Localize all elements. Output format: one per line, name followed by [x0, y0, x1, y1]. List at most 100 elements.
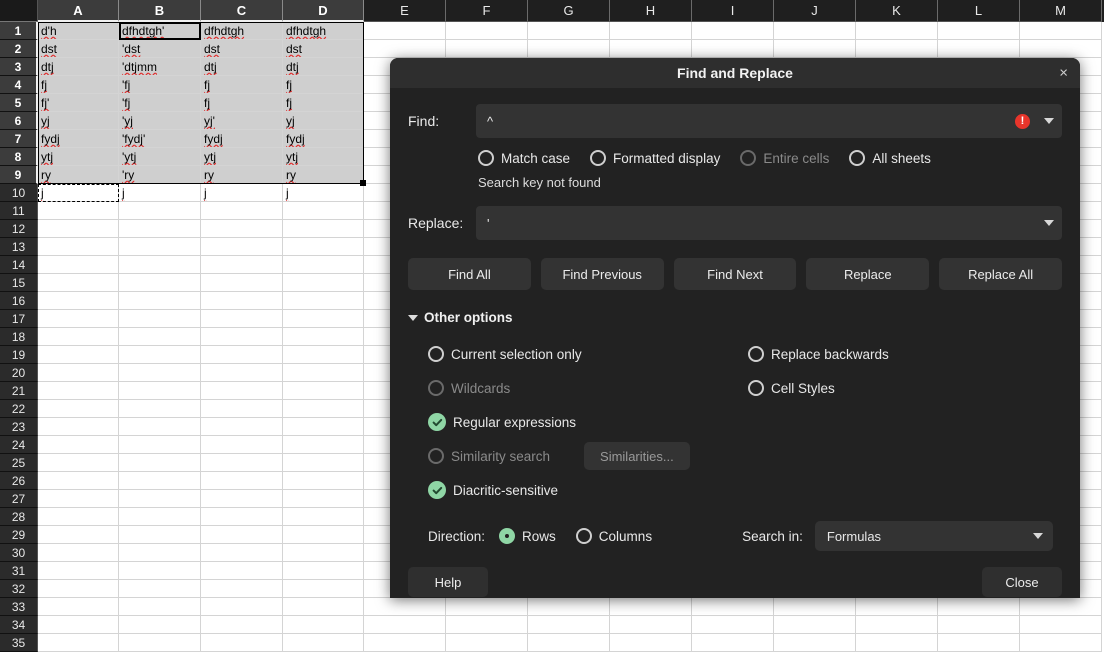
row-header-35[interactable]: 35 [0, 634, 38, 652]
cell-C3[interactable]: dtj [201, 58, 283, 76]
cell-C18[interactable] [201, 328, 283, 346]
cell-D11[interactable] [283, 202, 364, 220]
cell-B5[interactable]: 'fj [119, 94, 201, 112]
cell-D20[interactable] [283, 364, 364, 382]
cell-B7[interactable]: 'fydj' [119, 130, 201, 148]
cell-B32[interactable] [119, 580, 201, 598]
cell-D34[interactable] [283, 616, 364, 634]
cell-L2[interactable] [938, 40, 1020, 58]
cell-C29[interactable] [201, 526, 283, 544]
cell-C15[interactable] [201, 274, 283, 292]
cell-B3[interactable]: 'dtjmm [119, 58, 201, 76]
cell-A14[interactable] [38, 256, 119, 274]
cell-A34[interactable] [38, 616, 119, 634]
cell-A32[interactable] [38, 580, 119, 598]
option-formatted-display[interactable]: Formatted display [590, 150, 720, 166]
cell-I35[interactable] [692, 634, 774, 652]
row-header-28[interactable]: 28 [0, 508, 38, 526]
cell-D13[interactable] [283, 238, 364, 256]
cell-L1[interactable] [938, 22, 1020, 40]
cell-D28[interactable] [283, 508, 364, 526]
cell-C23[interactable] [201, 418, 283, 436]
cell-D15[interactable] [283, 274, 364, 292]
row-header-22[interactable]: 22 [0, 400, 38, 418]
cell-D18[interactable] [283, 328, 364, 346]
replace-all-button[interactable]: Replace All [939, 258, 1062, 290]
chevron-down-icon[interactable] [1044, 220, 1054, 226]
cell-I1[interactable] [692, 22, 774, 40]
cell-A7[interactable]: fydj [38, 130, 119, 148]
cell-A4[interactable]: fj [38, 76, 119, 94]
cell-B27[interactable] [119, 490, 201, 508]
cell-E34[interactable] [364, 616, 446, 634]
row-header-6[interactable]: 6 [0, 112, 38, 130]
cell-C28[interactable] [201, 508, 283, 526]
find-combobox[interactable]: ^ ! [476, 104, 1062, 138]
cell-L35[interactable] [938, 634, 1020, 652]
cell-C31[interactable] [201, 562, 283, 580]
cell-D27[interactable] [283, 490, 364, 508]
cell-A23[interactable] [38, 418, 119, 436]
cell-A10[interactable]: j [38, 184, 119, 202]
row-header-8[interactable]: 8 [0, 148, 38, 166]
row-header-26[interactable]: 26 [0, 472, 38, 490]
row-header-30[interactable]: 30 [0, 544, 38, 562]
row-header-15[interactable]: 15 [0, 274, 38, 292]
cell-M1[interactable] [1020, 22, 1102, 40]
cell-C4[interactable]: fj [201, 76, 283, 94]
cell-L33[interactable] [938, 598, 1020, 616]
column-header-a[interactable]: A [38, 0, 119, 22]
cell-B18[interactable] [119, 328, 201, 346]
cell-A25[interactable] [38, 454, 119, 472]
cell-A5[interactable]: fj' [38, 94, 119, 112]
cell-B8[interactable]: 'ytj [119, 148, 201, 166]
replace-button[interactable]: Replace [806, 258, 929, 290]
cell-C24[interactable] [201, 436, 283, 454]
cell-C1[interactable]: dfhdtgh [201, 22, 283, 40]
column-header-d[interactable]: D [283, 0, 364, 22]
cell-C26[interactable] [201, 472, 283, 490]
cell-A29[interactable] [38, 526, 119, 544]
cell-D10[interactable]: j [283, 184, 364, 202]
cell-B34[interactable] [119, 616, 201, 634]
cell-H1[interactable] [610, 22, 692, 40]
row-header-34[interactable]: 34 [0, 616, 38, 634]
cell-E35[interactable] [364, 634, 446, 652]
cell-M34[interactable] [1020, 616, 1102, 634]
column-header-h[interactable]: H [610, 0, 692, 22]
cell-F2[interactable] [446, 40, 528, 58]
row-header-21[interactable]: 21 [0, 382, 38, 400]
row-header-27[interactable]: 27 [0, 490, 38, 508]
cell-I2[interactable] [692, 40, 774, 58]
cell-C30[interactable] [201, 544, 283, 562]
cell-G2[interactable] [528, 40, 610, 58]
cell-B13[interactable] [119, 238, 201, 256]
cell-C5[interactable]: fj [201, 94, 283, 112]
row-header-18[interactable]: 18 [0, 328, 38, 346]
row-header-25[interactable]: 25 [0, 454, 38, 472]
column-header-k[interactable]: K [856, 0, 938, 22]
cell-K2[interactable] [856, 40, 938, 58]
cell-D33[interactable] [283, 598, 364, 616]
cell-K34[interactable] [856, 616, 938, 634]
cell-F33[interactable] [446, 598, 528, 616]
cell-E2[interactable] [364, 40, 446, 58]
cell-C20[interactable] [201, 364, 283, 382]
cell-A3[interactable]: dtj [38, 58, 119, 76]
cell-C11[interactable] [201, 202, 283, 220]
find-previous-button[interactable]: Find Previous [541, 258, 664, 290]
cell-D26[interactable] [283, 472, 364, 490]
cell-A16[interactable] [38, 292, 119, 310]
row-header-5[interactable]: 5 [0, 94, 38, 112]
cell-C12[interactable] [201, 220, 283, 238]
row-header-12[interactable]: 12 [0, 220, 38, 238]
cell-D23[interactable] [283, 418, 364, 436]
cell-B12[interactable] [119, 220, 201, 238]
cell-K35[interactable] [856, 634, 938, 652]
row-header-13[interactable]: 13 [0, 238, 38, 256]
cell-A30[interactable] [38, 544, 119, 562]
cell-C9[interactable]: ry [201, 166, 283, 184]
direction-columns[interactable]: Columns [576, 528, 652, 544]
cell-I34[interactable] [692, 616, 774, 634]
row-header-16[interactable]: 16 [0, 292, 38, 310]
